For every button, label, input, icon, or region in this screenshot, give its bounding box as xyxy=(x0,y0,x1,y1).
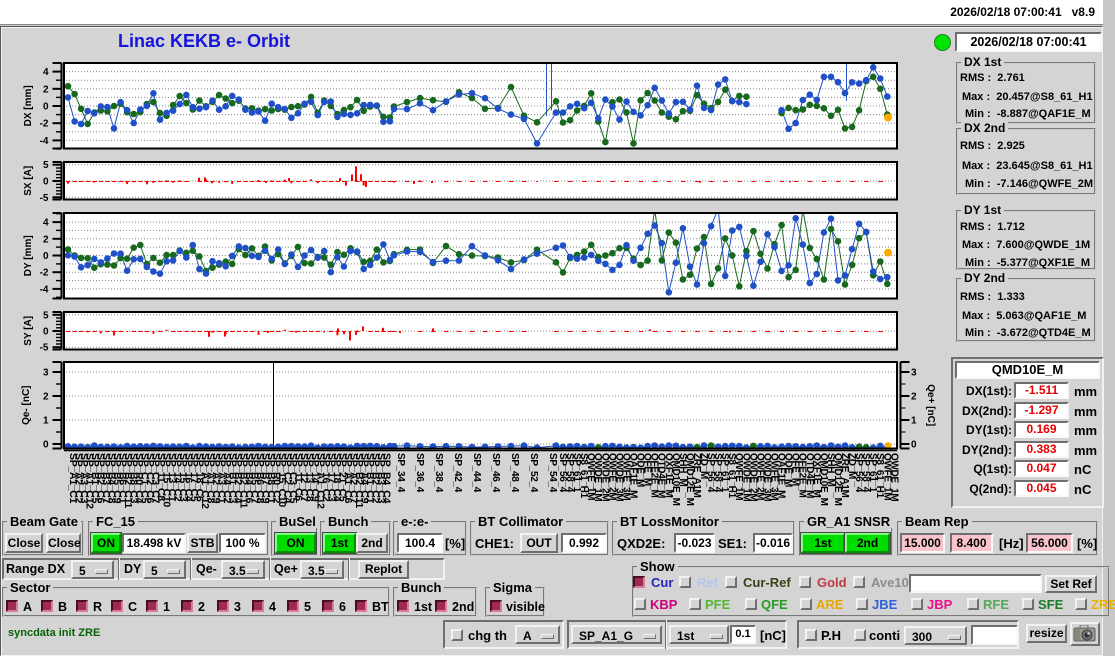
svg-text:SY [A]: SY [A] xyxy=(23,316,34,346)
svg-text:SP_44_4: SP_44_4 xyxy=(471,453,482,493)
svg-text:0: 0 xyxy=(43,251,49,262)
svg-text:5: 5 xyxy=(43,310,49,321)
svg-text:SP_38_4: SP_38_4 xyxy=(433,453,444,493)
svg-text:2: 2 xyxy=(911,392,917,403)
svg-text:SP_34_4: SP_34_4 xyxy=(395,453,406,493)
svg-text:2: 2 xyxy=(43,392,49,403)
svg-text:0: 0 xyxy=(43,440,49,451)
svg-text:SP_42_4: SP_42_4 xyxy=(452,453,463,493)
svg-text:-4: -4 xyxy=(40,284,49,295)
svg-text:-4: -4 xyxy=(40,136,49,147)
svg-text:5: 5 xyxy=(43,160,49,171)
svg-text:SP_B4_C4: SP_B4_C4 xyxy=(381,453,393,504)
svg-text:SP_46_4: SP_46_4 xyxy=(490,453,501,493)
svg-text:3: 3 xyxy=(911,368,917,379)
svg-text:0: 0 xyxy=(43,102,49,113)
svg-text:QWDE_1M: QWDE_1M xyxy=(888,453,899,501)
svg-text:DY [mm]: DY [mm] xyxy=(23,235,34,276)
svg-text:SP_54_4: SP_54_4 xyxy=(547,453,558,493)
svg-text:1: 1 xyxy=(911,416,917,427)
svg-text:SP_48_4: SP_48_4 xyxy=(509,453,520,493)
svg-text:0: 0 xyxy=(43,177,49,188)
svg-text:Qe+ [nC]: Qe+ [nC] xyxy=(925,384,936,426)
svg-text:-2: -2 xyxy=(40,268,49,279)
svg-text:-5: -5 xyxy=(40,193,49,204)
svg-text:SP_52_4: SP_52_4 xyxy=(528,453,539,493)
svg-text:0: 0 xyxy=(911,440,917,451)
svg-text:SX [A]: SX [A] xyxy=(23,166,34,196)
svg-text:2: 2 xyxy=(43,234,49,245)
svg-text:1: 1 xyxy=(43,416,49,427)
svg-text:4: 4 xyxy=(43,67,49,78)
svg-text:DX [mm]: DX [mm] xyxy=(23,85,34,126)
svg-text:SP_36_4: SP_36_4 xyxy=(414,453,425,493)
svg-text:2: 2 xyxy=(43,84,49,95)
svg-text:0: 0 xyxy=(43,327,49,338)
svg-text:3: 3 xyxy=(43,368,49,379)
svg-text:Qe- [nC]: Qe- [nC] xyxy=(21,385,32,424)
svg-text:4: 4 xyxy=(43,218,49,229)
svg-text:-5: -5 xyxy=(40,343,49,354)
svg-text:-2: -2 xyxy=(40,119,49,130)
